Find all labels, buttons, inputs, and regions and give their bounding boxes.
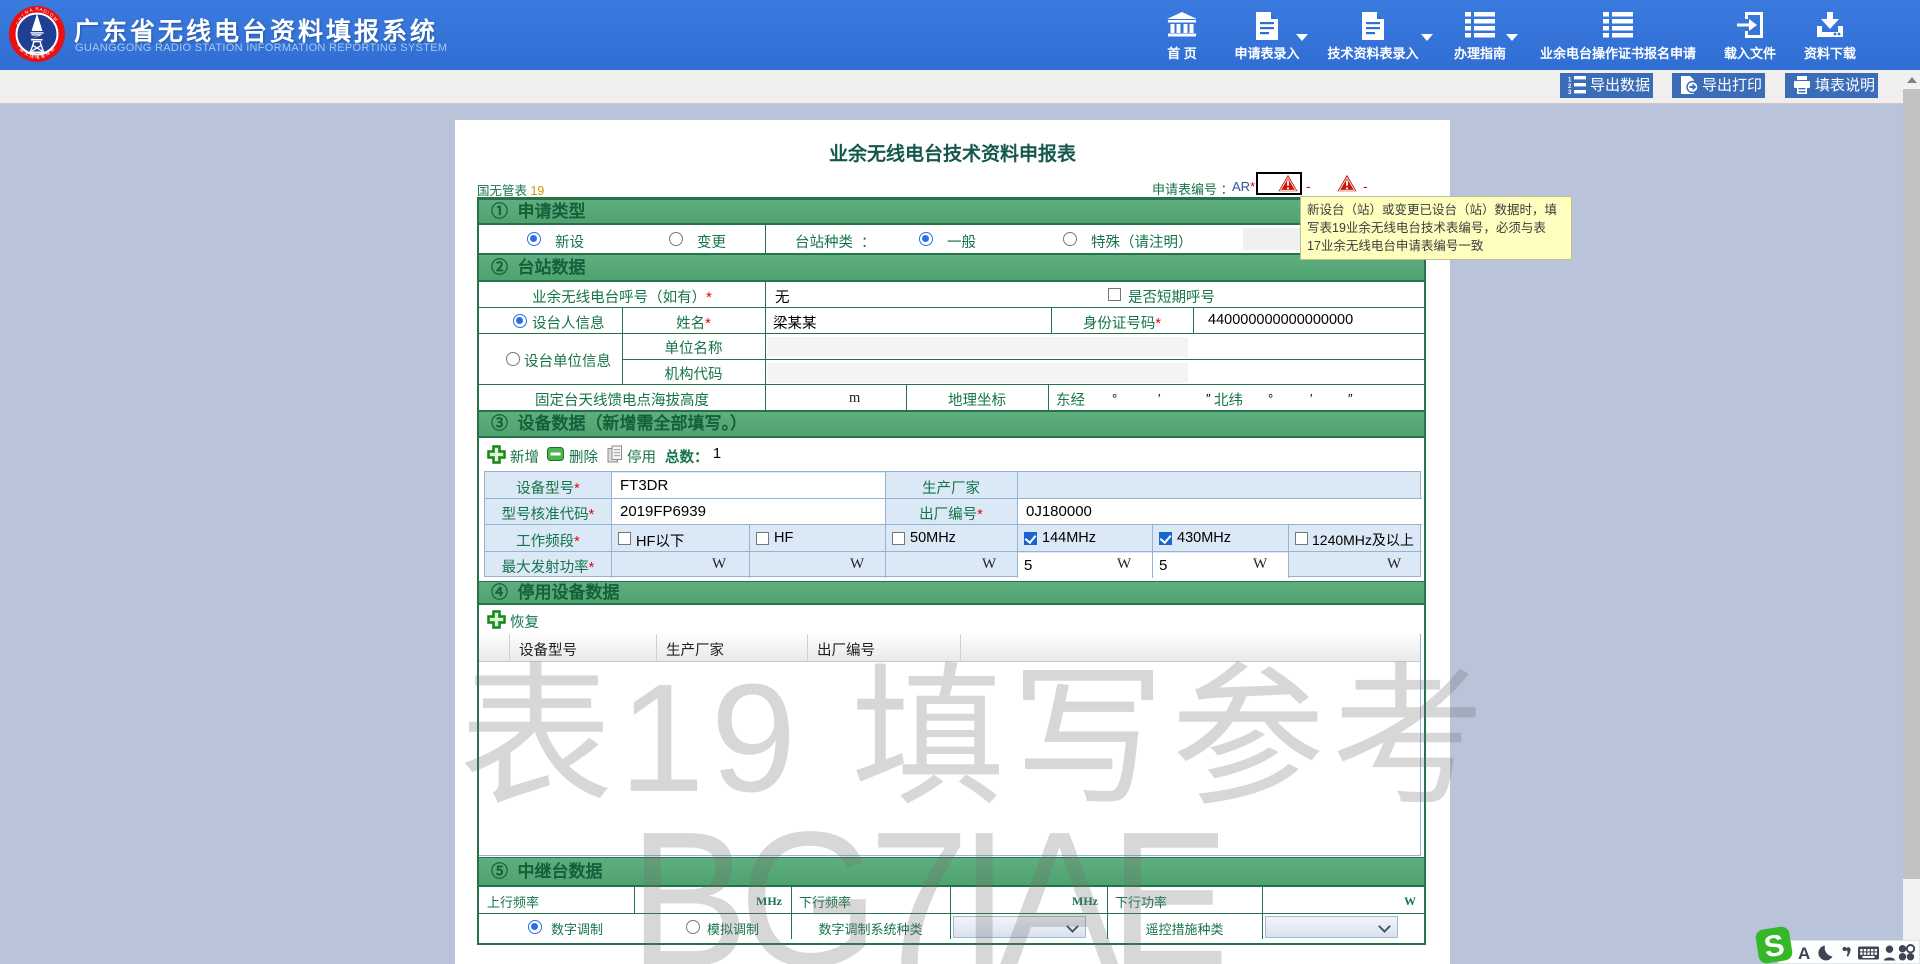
svg-text:1: 1	[1568, 78, 1572, 84]
svg-text:3: 3	[1568, 90, 1572, 94]
svg-text:A: A	[1798, 944, 1810, 962]
